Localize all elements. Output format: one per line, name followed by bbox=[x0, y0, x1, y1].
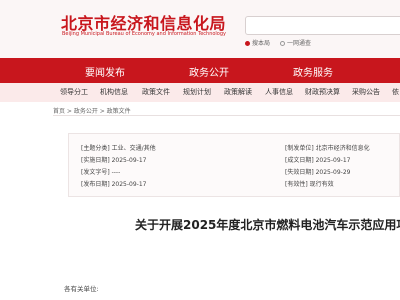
sub-nav-institution[interactable]: 机构信息 bbox=[100, 87, 128, 97]
meta-doc-number: [发文字号] ---- bbox=[81, 169, 121, 176]
sub-nav-leadership[interactable]: 领导分工 bbox=[60, 87, 88, 97]
main-nav-services[interactable]: 政务服务 bbox=[293, 64, 333, 79]
search-scope-all[interactable]: 一网通查 bbox=[279, 40, 311, 47]
sub-nav-personnel[interactable]: 人事信息 bbox=[265, 87, 293, 97]
sub-nav-more[interactable]: 依 bbox=[392, 87, 399, 97]
meta-written-date: [成文日期] 2025-09-17 bbox=[285, 157, 351, 164]
sub-nav-policy-interpretation[interactable]: 政策解读 bbox=[224, 87, 252, 97]
radio-icon bbox=[279, 41, 285, 46]
site-header: 北京市经济和信息化局 Beijing Municipal Bureau of E… bbox=[0, 0, 400, 58]
page: 北京市经济和信息化局 Beijing Municipal Bureau of E… bbox=[0, 0, 400, 300]
sub-nav-procurement[interactable]: 采购公告 bbox=[352, 87, 380, 97]
meta-validity: [有效性] 现行有效 bbox=[285, 181, 334, 188]
meta-expiry-date: [失效日期] 2025-09-29 bbox=[285, 169, 351, 176]
search-scope-bureau[interactable]: 搜本局 bbox=[245, 40, 270, 47]
divider bbox=[53, 115, 400, 116]
meta-issuer: [制发单位] 北京市经济和信息化 bbox=[285, 145, 370, 152]
meta-publish-date: [发布日期] 2025-09-17 bbox=[81, 181, 147, 188]
search-scope-options: 搜本局 一网通查 bbox=[245, 38, 319, 47]
main-nav-gov-affairs[interactable]: 政务公开 bbox=[189, 64, 229, 79]
main-nav-news[interactable]: 要闻发布 bbox=[85, 64, 125, 79]
search-input[interactable] bbox=[245, 16, 400, 35]
sub-nav: 领导分工 机构信息 政策文件 规划计划 政策解读 人事信息 财政预决算 采购公告… bbox=[0, 83, 400, 102]
radio-selected-icon bbox=[245, 41, 250, 46]
main-nav: 要闻发布 政务公开 政务服务 bbox=[0, 58, 400, 83]
sub-nav-plans[interactable]: 规划计划 bbox=[183, 87, 211, 97]
breadcrumb[interactable]: 首页 > 政务公开 > 政策文件 bbox=[53, 106, 131, 115]
meta-category: [主题分类] 工业、交通/其他 bbox=[81, 145, 156, 152]
article-salutation: 各有关单位: bbox=[64, 285, 99, 293]
article-title: 关于开展2025年度北京市燃料电池汽车示范应用项 bbox=[135, 218, 400, 232]
sub-nav-budget[interactable]: 财政预决算 bbox=[305, 87, 340, 97]
document-meta-box: [主题分类] 工业、交通/其他 [实施日期] 2025-09-17 [发文字号]… bbox=[68, 133, 400, 197]
sub-nav-policy-files[interactable]: 政策文件 bbox=[142, 87, 170, 97]
site-logo-subtitle: Beijing Municipal Bureau of Economy and … bbox=[62, 31, 227, 37]
meta-effective-date: [实施日期] 2025-09-17 bbox=[81, 157, 147, 164]
